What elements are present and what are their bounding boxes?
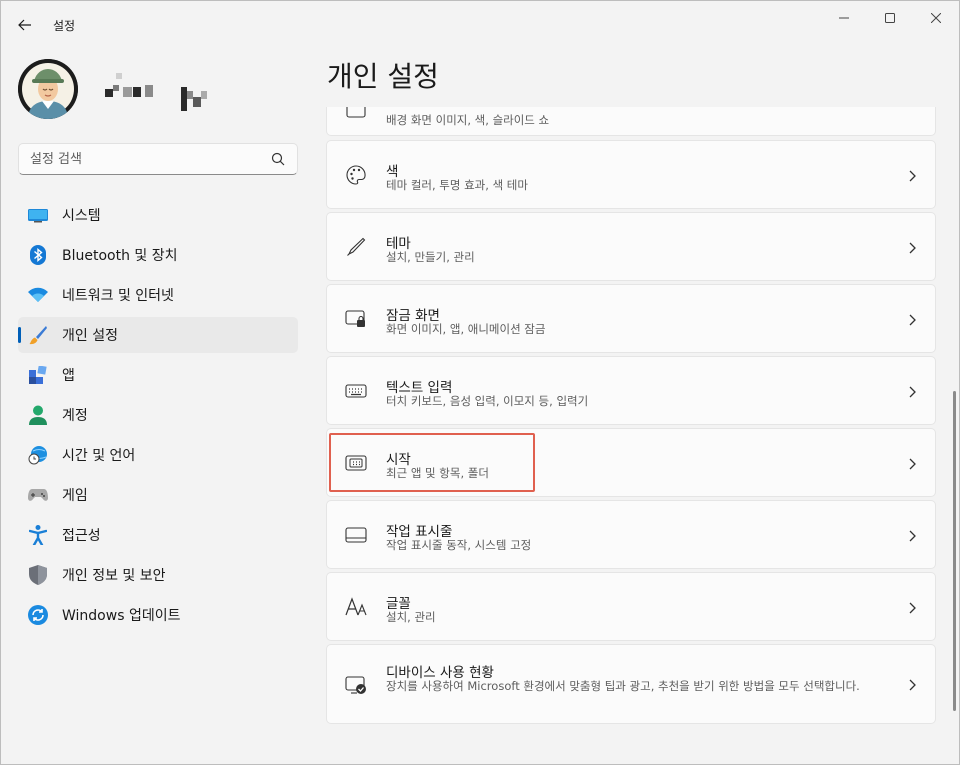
start-icon	[345, 452, 367, 474]
sidebar-item-label: 접근성	[62, 528, 101, 544]
sidebar-item-label: Bluetooth 및 장치	[62, 248, 178, 264]
sidebar-nav: 시스템 Bluetooth 및 장치 네트워크 및 인터넷 개인 설정 앱 계정…	[18, 197, 298, 637]
card-description: 화면 이미지, 앱, 애니메이션 잠금	[386, 322, 546, 336]
search-icon[interactable]	[271, 152, 285, 166]
update-icon	[28, 605, 48, 625]
sidebar-item-network[interactable]: 네트워크 및 인터넷	[18, 277, 298, 313]
wifi-icon	[28, 285, 48, 305]
sidebar-item-label: 시간 및 언어	[62, 448, 136, 464]
bluetooth-icon	[28, 245, 48, 265]
chevron-right-icon	[909, 242, 916, 254]
sidebar-item-label: 개인 정보 및 보안	[62, 568, 166, 584]
chevron-right-icon	[909, 679, 916, 691]
chevron-right-icon	[909, 314, 916, 326]
sidebar-item-accessibility[interactable]: 접근성	[18, 517, 298, 553]
lock-screen-icon	[345, 308, 367, 330]
sidebar-item-windows-update[interactable]: Windows 업데이트	[18, 597, 298, 633]
chevron-right-icon	[909, 602, 916, 614]
close-button[interactable]	[913, 3, 959, 33]
card-lock-screen[interactable]: 잠금 화면 화면 이미지, 앱, 애니메이션 잠금	[326, 284, 936, 353]
search-input[interactable]	[19, 145, 259, 173]
card-colors[interactable]: 색 테마 컬러, 투명 효과, 색 테마	[326, 140, 936, 209]
title-bar: 설정	[1, 1, 959, 47]
device-usage-icon	[345, 674, 367, 696]
gamepad-icon	[28, 485, 48, 505]
card-description: 배경 화면 이미지, 색, 슬라이드 쇼	[386, 113, 550, 127]
brush-icon	[28, 325, 48, 345]
scrollbar[interactable]	[953, 391, 956, 711]
settings-window: 설정 설정 검색 시스템 Bluetooth 및 장치 네트워크 및 인터넷 개…	[0, 0, 960, 765]
card-description: 최근 앱 및 항목, 폴더	[386, 466, 489, 480]
sidebar-item-system[interactable]: 시스템	[18, 197, 298, 233]
arrow-left-icon	[18, 19, 31, 31]
pen-icon	[345, 236, 367, 258]
card-text-input[interactable]: 텍스트 입력 터치 키보드, 음성 입력, 이모지 등, 입력기	[326, 356, 936, 425]
settings-list: 배경 화면 이미지, 색, 슬라이드 쇼 색 테마 컬러, 투명 효과, 색 테…	[326, 107, 936, 747]
sidebar-item-gaming[interactable]: 게임	[18, 477, 298, 513]
keyboard-icon	[345, 380, 367, 402]
sidebar-item-label: 개인 설정	[62, 328, 118, 344]
card-description: 작업 표시줄 동작, 시스템 고정	[386, 538, 532, 552]
taskbar-icon	[345, 524, 367, 546]
app-title: 설정	[53, 19, 76, 33]
card-description: 테마 컬러, 투명 효과, 색 테마	[386, 178, 528, 192]
background-icon	[345, 107, 367, 122]
shield-icon	[28, 565, 48, 585]
sidebar-item-personalization[interactable]: 개인 설정	[18, 317, 298, 353]
card-description: 설치, 만들기, 관리	[386, 250, 475, 264]
apps-icon	[28, 365, 48, 385]
sidebar-item-label: 게임	[62, 488, 88, 504]
search-box[interactable]	[18, 143, 298, 175]
palette-icon	[345, 164, 367, 186]
card-themes[interactable]: 테마 설치, 만들기, 관리	[326, 212, 936, 281]
sidebar-item-label: Windows 업데이트	[62, 608, 181, 624]
card-description: 장치를 사용하여 Microsoft 환경에서 맞춤형 팁과 광고, 추천을 받…	[386, 679, 860, 693]
card-description: 터치 키보드, 음성 입력, 이모지 등, 입력기	[386, 394, 589, 408]
username-redacted	[105, 73, 215, 113]
sidebar-item-privacy[interactable]: 개인 정보 및 보안	[18, 557, 298, 593]
chevron-right-icon	[909, 386, 916, 398]
card-fonts[interactable]: 글꼴 설치, 관리	[326, 572, 936, 641]
card-description: 설치, 관리	[386, 610, 436, 624]
system-icon	[28, 205, 48, 225]
minimize-button[interactable]	[821, 3, 867, 33]
back-button[interactable]	[11, 12, 39, 38]
fonts-icon	[345, 596, 367, 618]
close-icon	[931, 13, 941, 23]
sidebar-item-label: 계정	[62, 408, 88, 424]
globe-clock-icon	[28, 445, 48, 465]
card-start[interactable]: 시작 최근 앱 및 항목, 폴더	[326, 428, 936, 497]
card-background[interactable]: 배경 화면 이미지, 색, 슬라이드 쇼	[326, 107, 936, 136]
avatar[interactable]	[18, 59, 78, 119]
sidebar-item-accounts[interactable]: 계정	[18, 397, 298, 433]
minimize-icon	[839, 17, 849, 19]
maximize-button[interactable]	[867, 3, 913, 33]
card-taskbar[interactable]: 작업 표시줄 작업 표시줄 동작, 시스템 고정	[326, 500, 936, 569]
sidebar-item-label: 앱	[62, 368, 75, 384]
sidebar-item-label: 시스템	[62, 208, 101, 224]
sidebar-item-label: 네트워크 및 인터넷	[62, 288, 174, 304]
account-icon	[28, 405, 48, 425]
page-title: 개인 설정	[327, 60, 439, 93]
chevron-right-icon	[909, 170, 916, 182]
sidebar-item-apps[interactable]: 앱	[18, 357, 298, 393]
user-avatar-icon	[18, 59, 78, 119]
chevron-right-icon	[909, 530, 916, 542]
chevron-right-icon	[909, 458, 916, 470]
maximize-icon	[885, 13, 895, 23]
accessibility-icon	[28, 525, 48, 545]
sidebar-item-bluetooth[interactable]: Bluetooth 및 장치	[18, 237, 298, 273]
sidebar-item-time-language[interactable]: 시간 및 언어	[18, 437, 298, 473]
card-device-usage[interactable]: 디바이스 사용 현황 장치를 사용하여 Microsoft 환경에서 맞춤형 팁…	[326, 644, 936, 724]
